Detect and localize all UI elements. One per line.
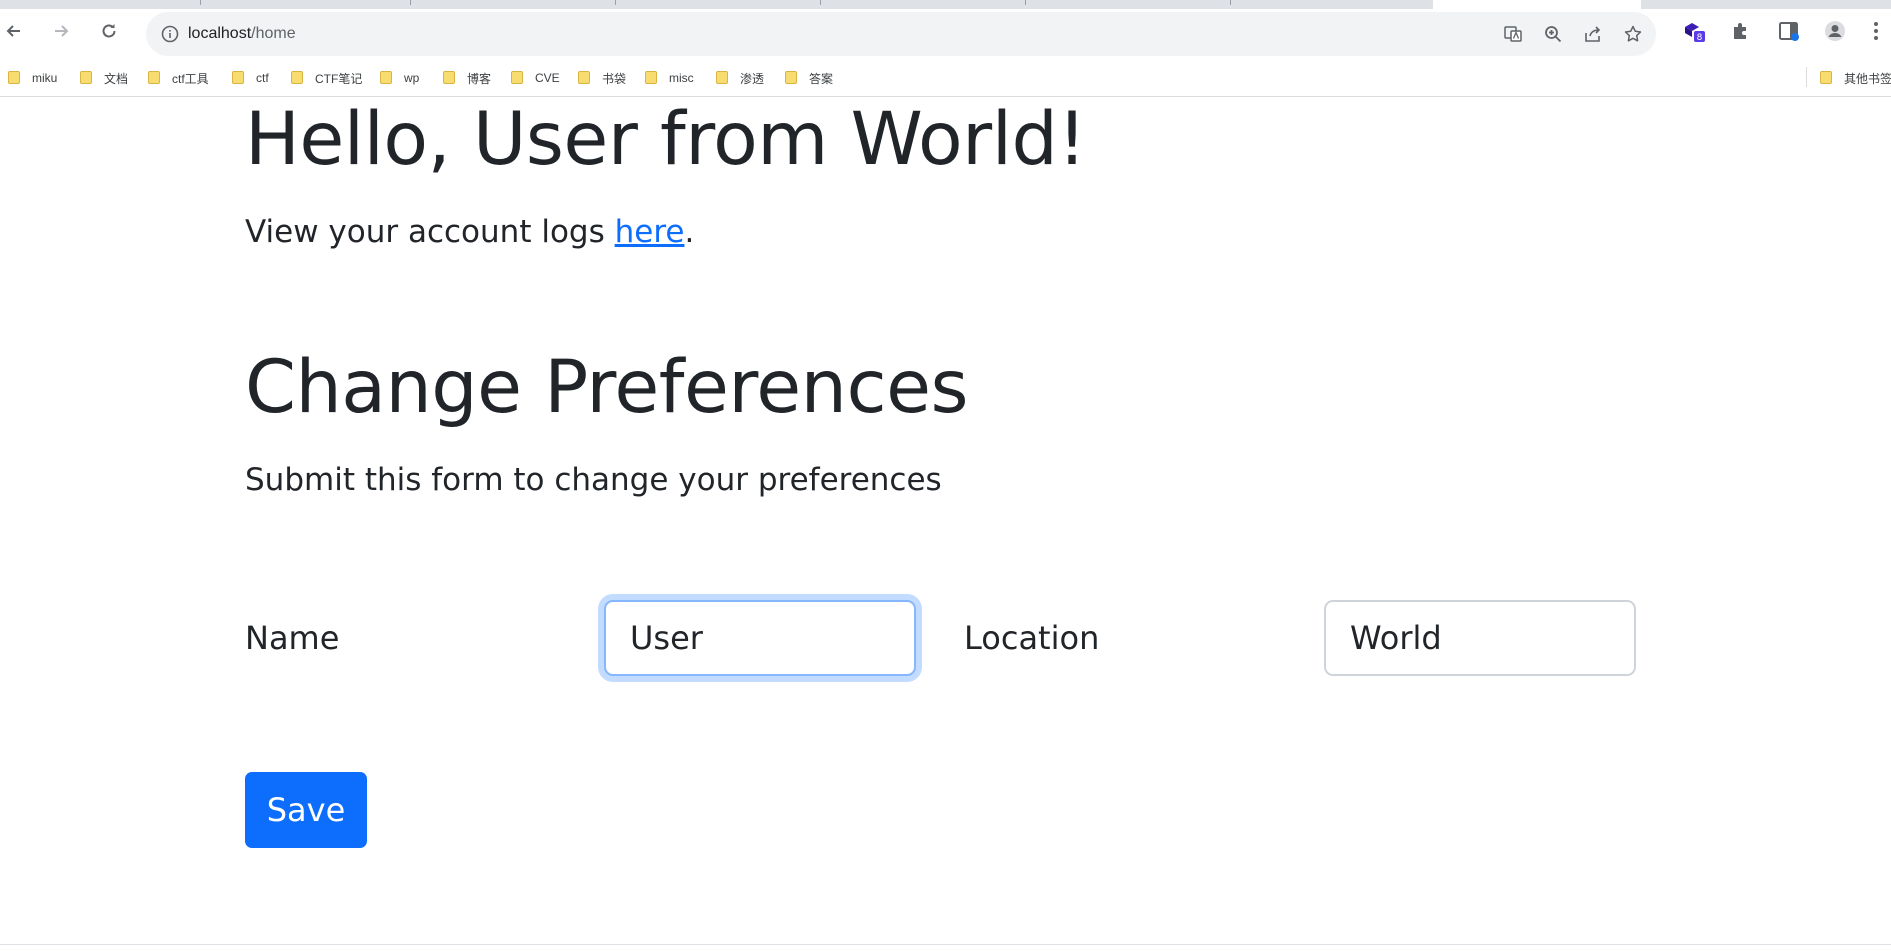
address-bar[interactable]: localhost/home xyxy=(146,12,1656,56)
folder-icon xyxy=(232,70,244,84)
forward-button[interactable] xyxy=(47,17,75,45)
bookmark-label: 文档 xyxy=(104,71,129,86)
logs-prefix: View your account logs xyxy=(245,214,615,250)
puzzle-icon xyxy=(1734,23,1746,39)
other-bookmarks-label: 其他书签 xyxy=(1844,71,1891,86)
preferences-subtitle: Submit this form to change your preferen… xyxy=(245,462,942,498)
tab-active[interactable] xyxy=(1433,0,1641,9)
footer-divider xyxy=(0,944,1891,945)
menu-button[interactable] xyxy=(1868,18,1884,44)
folder-icon xyxy=(785,70,797,84)
extension-badge: 8 xyxy=(1697,33,1703,42)
url-host: localhost xyxy=(188,25,252,42)
preferences-heading: Change Preferences xyxy=(245,345,969,430)
folder-icon xyxy=(380,70,392,84)
profile-button[interactable] xyxy=(1822,18,1848,44)
extension-cube-icon: 8 xyxy=(1685,23,1705,42)
bookmark-item[interactable]: 博客 xyxy=(443,68,491,88)
bookmark-label: ctf工具 xyxy=(172,71,209,86)
folder-icon xyxy=(578,70,590,84)
name-label: Name xyxy=(245,619,340,657)
folder-icon xyxy=(291,70,303,84)
bookmark-item[interactable]: CVE xyxy=(511,68,560,88)
logs-link[interactable]: here xyxy=(615,214,685,250)
info-icon[interactable] xyxy=(160,24,180,44)
bookmark-label: 书袋 xyxy=(602,71,627,86)
bookmark-item[interactable]: 渗透 xyxy=(716,68,764,88)
reload-icon xyxy=(102,24,116,38)
side-panel-icon xyxy=(1779,22,1799,41)
avatar-icon xyxy=(1825,21,1845,41)
greeting-heading: Hello, User from World! xyxy=(245,97,1087,182)
account-logs-text: View your account logs here. xyxy=(245,212,694,252)
folder-icon xyxy=(443,70,455,84)
folder-icon xyxy=(716,70,728,84)
bookmark-label: misc xyxy=(669,71,694,85)
bookmarks-bar: miku 文档 ctf工具 ctf CTF笔记 wp 博客 CVE 书袋 mis… xyxy=(0,57,1891,97)
other-bookmarks[interactable]: 其他书签 xyxy=(1820,68,1891,88)
browser-toolbar: localhost/home 8 xyxy=(0,9,1891,57)
logs-suffix: . xyxy=(684,214,695,250)
bookmark-item[interactable]: 答案 xyxy=(785,68,833,88)
url-path: /home xyxy=(251,25,296,42)
folder-icon xyxy=(8,70,20,84)
bookmark-label: miku xyxy=(32,71,58,85)
reload-button[interactable] xyxy=(95,17,123,45)
tab-separator xyxy=(410,0,411,5)
location-label: Location xyxy=(964,619,1100,657)
bookmark-label: 答案 xyxy=(809,71,834,86)
bookmark-label: CTF笔记 xyxy=(315,71,363,86)
bookmark-label: wp xyxy=(404,71,420,85)
folder-icon xyxy=(511,70,523,84)
tab-separator xyxy=(615,0,616,5)
folder-icon xyxy=(80,70,92,84)
translate-button[interactable] xyxy=(1502,23,1524,45)
back-button[interactable] xyxy=(0,17,28,45)
bookmark-label: ctf xyxy=(256,71,269,85)
bookmarks-divider xyxy=(1806,67,1807,87)
share-button[interactable] xyxy=(1582,23,1604,45)
bookmark-item[interactable]: wp xyxy=(380,68,419,88)
star-icon xyxy=(1624,25,1642,42)
tab-separator xyxy=(200,0,201,5)
zoom-icon xyxy=(1545,26,1562,43)
bookmark-item[interactable]: miku xyxy=(8,68,57,88)
bookmark-item[interactable]: misc xyxy=(645,68,694,88)
bookmark-label: CVE xyxy=(535,71,560,85)
bookmark-item[interactable]: 文档 xyxy=(80,68,128,88)
save-button[interactable]: Save xyxy=(245,772,367,848)
name-input[interactable] xyxy=(604,600,916,676)
folder-icon xyxy=(1820,70,1832,84)
bookmark-star-button[interactable] xyxy=(1622,23,1644,45)
share-icon xyxy=(1585,26,1601,42)
kebab-menu-icon xyxy=(1874,22,1878,40)
extensions-menu-button[interactable] xyxy=(1728,18,1754,44)
bookmark-item[interactable]: ctf工具 xyxy=(148,68,209,88)
bookmark-item[interactable]: CTF笔记 xyxy=(291,68,362,88)
location-input[interactable] xyxy=(1324,600,1636,676)
extension-button[interactable]: 8 xyxy=(1682,18,1708,44)
arrow-right-icon xyxy=(55,25,69,37)
bookmark-label: 渗透 xyxy=(740,71,765,86)
tab-separator xyxy=(1230,0,1231,5)
translate-icon xyxy=(1504,26,1522,42)
arrow-left-icon xyxy=(6,25,20,37)
bookmark-item[interactable]: ctf xyxy=(232,68,269,88)
url-text[interactable]: localhost/home xyxy=(188,24,296,44)
bookmark-item[interactable]: 书袋 xyxy=(578,68,626,88)
bookmark-label: 博客 xyxy=(467,71,492,86)
folder-icon xyxy=(148,70,160,84)
tab-separator xyxy=(1025,0,1026,5)
side-panel-button[interactable] xyxy=(1776,18,1802,44)
tab-separator xyxy=(820,0,821,5)
tab-strip xyxy=(0,0,1891,9)
zoom-button[interactable] xyxy=(1542,23,1564,45)
folder-icon xyxy=(645,70,657,84)
